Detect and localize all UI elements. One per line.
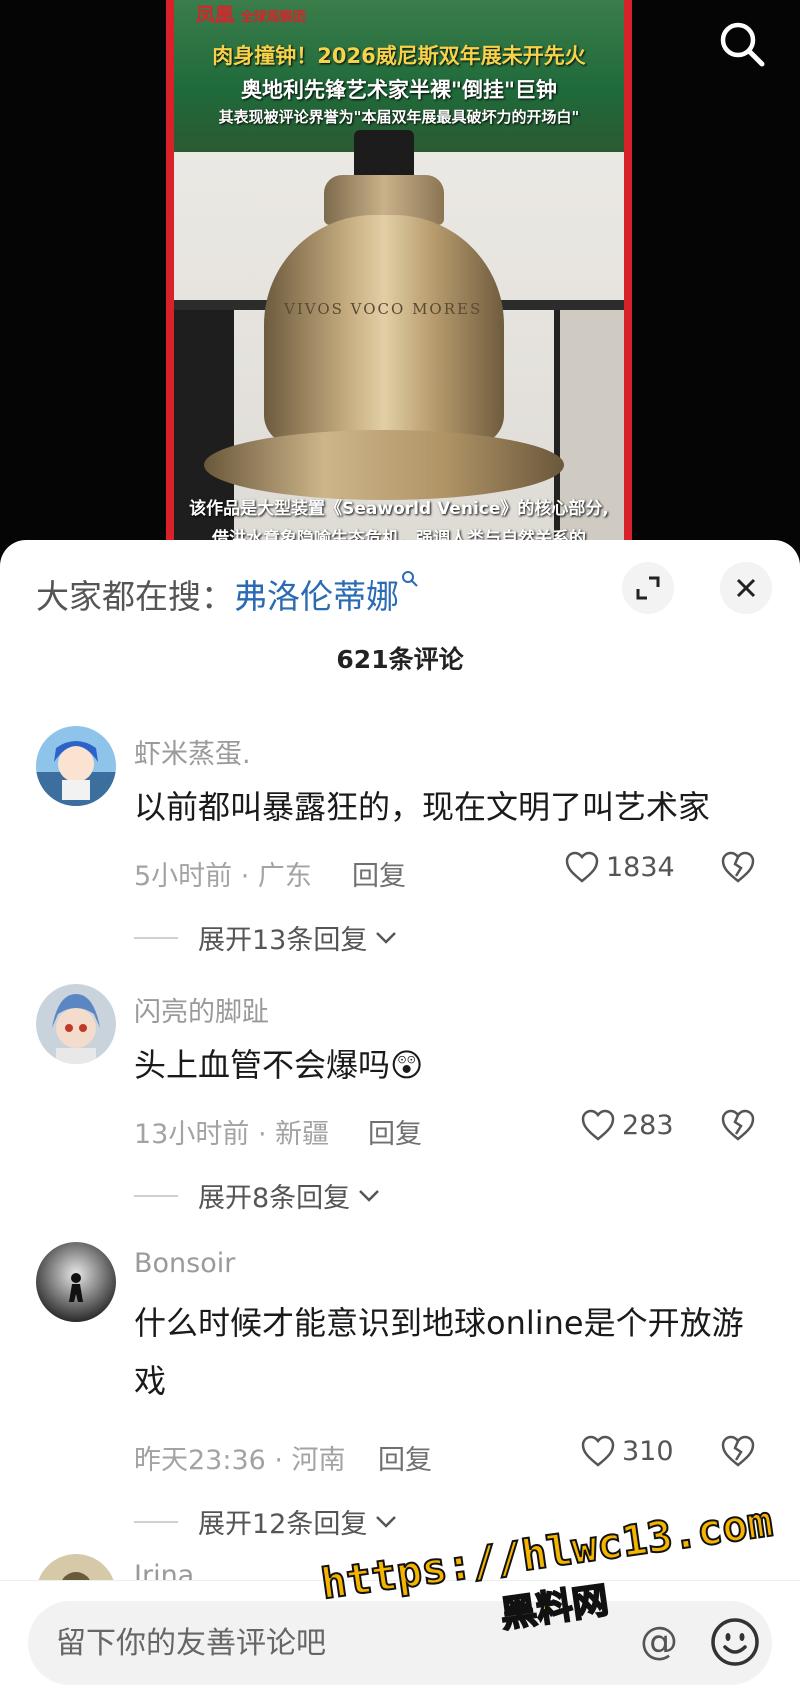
broken-heart-icon	[721, 851, 755, 883]
dislike-button[interactable]	[720, 1108, 756, 1144]
emoji-icon[interactable]	[708, 1615, 762, 1669]
comment-meta: 13小时前 · 新疆	[134, 1119, 330, 1150]
avatar[interactable]	[36, 726, 116, 806]
avatar[interactable]	[36, 1242, 116, 1322]
broken-heart-icon	[721, 1109, 755, 1141]
comment-item: 虾米蒸蛋. 以前都叫暴露狂的，现在文明了叫艺术家 5小时前 · 广东 回复 18…	[0, 726, 800, 956]
bell-body	[264, 215, 504, 445]
divider	[134, 1194, 178, 1197]
trending-prefix: 大家都在搜：	[36, 577, 234, 616]
comment-username[interactable]: 虾米蒸蛋.	[134, 732, 251, 771]
close-icon	[736, 578, 756, 598]
like-button[interactable]: 283	[580, 1108, 674, 1142]
expand-replies-label: 展开8条回复	[198, 1183, 351, 1214]
trending-term[interactable]: 弗洛伦蒂娜	[234, 577, 399, 616]
expand-replies-button[interactable]: 展开12条回复	[134, 1502, 397, 1541]
video-headline-3: 其表现被评论界誉为"本届双年展最具破坏力的开场白"	[218, 108, 580, 126]
comment-sheet: 大家都在搜：弗洛伦蒂娜 621条评论 虾米蒸蛋. 以前都叫暴露狂的，现在文明了叫…	[0, 540, 800, 1704]
search-small-icon	[401, 570, 419, 593]
divider	[134, 1520, 178, 1523]
comment-text: 头上血管不会爆吗😲	[134, 1046, 424, 1084]
comment-item: Bonsoir 什么时候才能意识到地球online是个开放游戏 昨天23:36 …	[0, 1242, 800, 1540]
dislike-button[interactable]	[720, 1434, 756, 1470]
chevron-down-icon	[376, 931, 397, 944]
like-count: 283	[622, 1109, 674, 1141]
broken-heart-icon	[721, 1435, 755, 1467]
chevron-down-icon	[359, 1189, 380, 1202]
comment-input-box: @	[28, 1601, 772, 1685]
wall-block	[174, 310, 234, 560]
chevron-down-icon	[376, 1515, 397, 1528]
video-headline-1: 肉身撞钟！2026威尼斯双年展未开先火	[212, 44, 586, 68]
expand-icon	[636, 576, 660, 600]
comment-input[interactable]	[56, 1601, 616, 1685]
expand-replies-button[interactable]: 展开13条回复	[134, 918, 397, 957]
comment-username[interactable]: Bonsoir	[134, 1248, 235, 1279]
video-frame: 凤凰 全球观察团 肉身撞钟！2026威尼斯双年展未开先火 奥地利先锋艺术家半裸"…	[166, 0, 632, 560]
close-button[interactable]	[720, 562, 772, 614]
comment-meta: 5小时前 · 广东	[134, 861, 312, 892]
search-icon[interactable]	[714, 16, 770, 72]
expand-replies-button[interactable]: 展开8条回复	[134, 1176, 380, 1215]
divider	[134, 936, 178, 939]
like-button[interactable]: 1834	[564, 850, 675, 884]
heart-icon	[581, 1109, 615, 1141]
trending-search[interactable]: 大家都在搜：弗洛伦蒂娜	[36, 570, 419, 618]
dislike-button[interactable]	[720, 850, 756, 886]
heart-icon	[565, 851, 599, 883]
like-count: 1834	[606, 851, 675, 883]
comment-username[interactable]: 闪亮的脚趾	[134, 990, 269, 1029]
like-button[interactable]: 310	[580, 1434, 674, 1468]
video-caption-1: 该作品是大型装置《Seaworld Venice》的核心部分,	[189, 499, 609, 519]
reply-button[interactable]: 回复	[378, 1438, 432, 1477]
video-headline-2: 奥地利先锋艺术家半裸"倒挂"巨钟	[241, 78, 557, 102]
reply-button[interactable]: 回复	[368, 1112, 422, 1151]
comment-item: 闪亮的脚趾 头上血管不会爆吗😲 13小时前 · 新疆 回复 283 展开8条回复	[0, 984, 800, 1214]
wall-block	[554, 310, 624, 560]
bell-lip	[204, 430, 564, 500]
comment-input-bar: @	[0, 1580, 800, 1704]
fullscreen-button[interactable]	[622, 562, 674, 614]
like-count: 310	[622, 1435, 674, 1467]
comment-count: 621条评论	[336, 645, 464, 674]
comment-text: 以前都叫暴露狂的，现在文明了叫艺术家	[134, 788, 711, 826]
expand-replies-label: 展开12条回复	[198, 1509, 368, 1540]
avatar[interactable]	[36, 984, 116, 1064]
video-player[interactable]: 凤凰 全球观察团 肉身撞钟！2026威尼斯双年展未开先火 奥地利先锋艺术家半裸"…	[0, 0, 800, 560]
comment-meta: 昨天23:36 · 河南	[134, 1445, 346, 1476]
brand-logo: 凤凰 全球观察团	[196, 4, 306, 26]
comment-text: 什么时候才能意识到地球online是个开放游戏	[134, 1304, 744, 1400]
bell-inscription: VIVOS VOCO MORES	[284, 300, 483, 318]
heart-icon	[581, 1435, 615, 1467]
mention-icon[interactable]: @	[640, 1619, 678, 1663]
expand-replies-label: 展开13条回复	[198, 925, 368, 956]
reply-button[interactable]: 回复	[352, 854, 406, 893]
